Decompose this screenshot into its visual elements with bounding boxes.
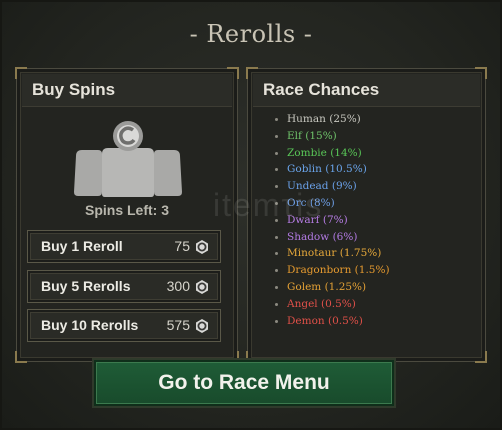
buy-option-price: 75 [174,238,190,254]
bullet-icon [275,302,278,306]
bullet-icon [275,252,278,256]
watermark-text: itemτis [213,187,324,223]
bullet-icon [275,151,278,155]
bullet-icon [275,118,278,121]
race-chance-text: Minotaur (1.75%) [287,247,382,260]
race-chance-text: Dragonborn (1.5%) [287,264,390,277]
race-chance-item: Shadow (6%) [270,229,390,246]
race-chance-text: Zombie (14%) [287,146,362,159]
buy-option-label: Buy 1 Reroll [41,238,123,254]
race-chance-item: Demon (0.5%) [270,313,390,330]
race-chances-title: Race Chances [263,80,380,99]
race-chance-item: Human (25%) [270,111,390,128]
buy-option-label: Buy 5 Rerolls [41,278,131,294]
race-chance-text: Elf (15%) [287,129,337,142]
race-chances-header: Race Chances [253,74,480,107]
bullet-icon [275,134,278,138]
race-chance-text: Shadow (6%) [287,230,358,243]
go-to-race-menu-button[interactable]: Go to Race Menu [92,358,396,408]
coin-icon [196,280,208,294]
go-to-race-menu-label: Go to Race Menu [158,371,330,394]
race-chance-text: Goblin (10.5%) [287,163,367,176]
reroll-token-icon [74,121,182,197]
race-chance-item: Zombie (14%) [270,145,390,162]
bullet-icon [275,285,278,289]
spins-left-text: Spins Left: 3 [84,202,169,218]
buy-spins-title: Buy Spins [32,80,116,99]
buy-option-price: 575 [166,317,190,333]
race-chance-item: Dragonborn (1.5%) [270,262,390,279]
buy-option-price: 300 [166,278,190,294]
bullet-icon [275,235,278,239]
coin-icon [196,319,208,333]
race-chance-text: Golem (1.25%) [287,280,367,293]
buy-spins-header: Buy Spins [22,74,232,107]
race-chance-item: Goblin (10.5%) [270,161,390,178]
bullet-icon [275,168,278,172]
race-chance-text: Angel (0.5%) [287,297,356,310]
panel-corner [475,351,487,363]
race-chance-item: Minotaur (1.75%) [270,245,390,262]
race-chance-item: Elf (15%) [270,128,390,145]
buy-5-rerolls-button[interactable]: Buy 5 Rerolls 300 [27,270,221,303]
coin-icon [196,240,208,254]
buy-option-label: Buy 10 Rerolls [41,317,139,333]
panel-corner [15,351,27,363]
race-chance-text: Human (25%) [287,113,361,125]
race-chance-item: Golem (1.25%) [270,279,390,296]
race-chance-item: Angel (0.5%) [270,296,390,313]
bullet-icon [275,319,278,323]
bullet-icon [275,269,278,273]
buy-1-reroll-button[interactable]: Buy 1 Reroll 75 [27,230,221,263]
buy-10-rerolls-button[interactable]: Buy 10 Rerolls 575 [27,309,221,342]
window-title: - Rerolls - [189,20,313,48]
race-chance-text: Demon (0.5%) [287,314,363,327]
